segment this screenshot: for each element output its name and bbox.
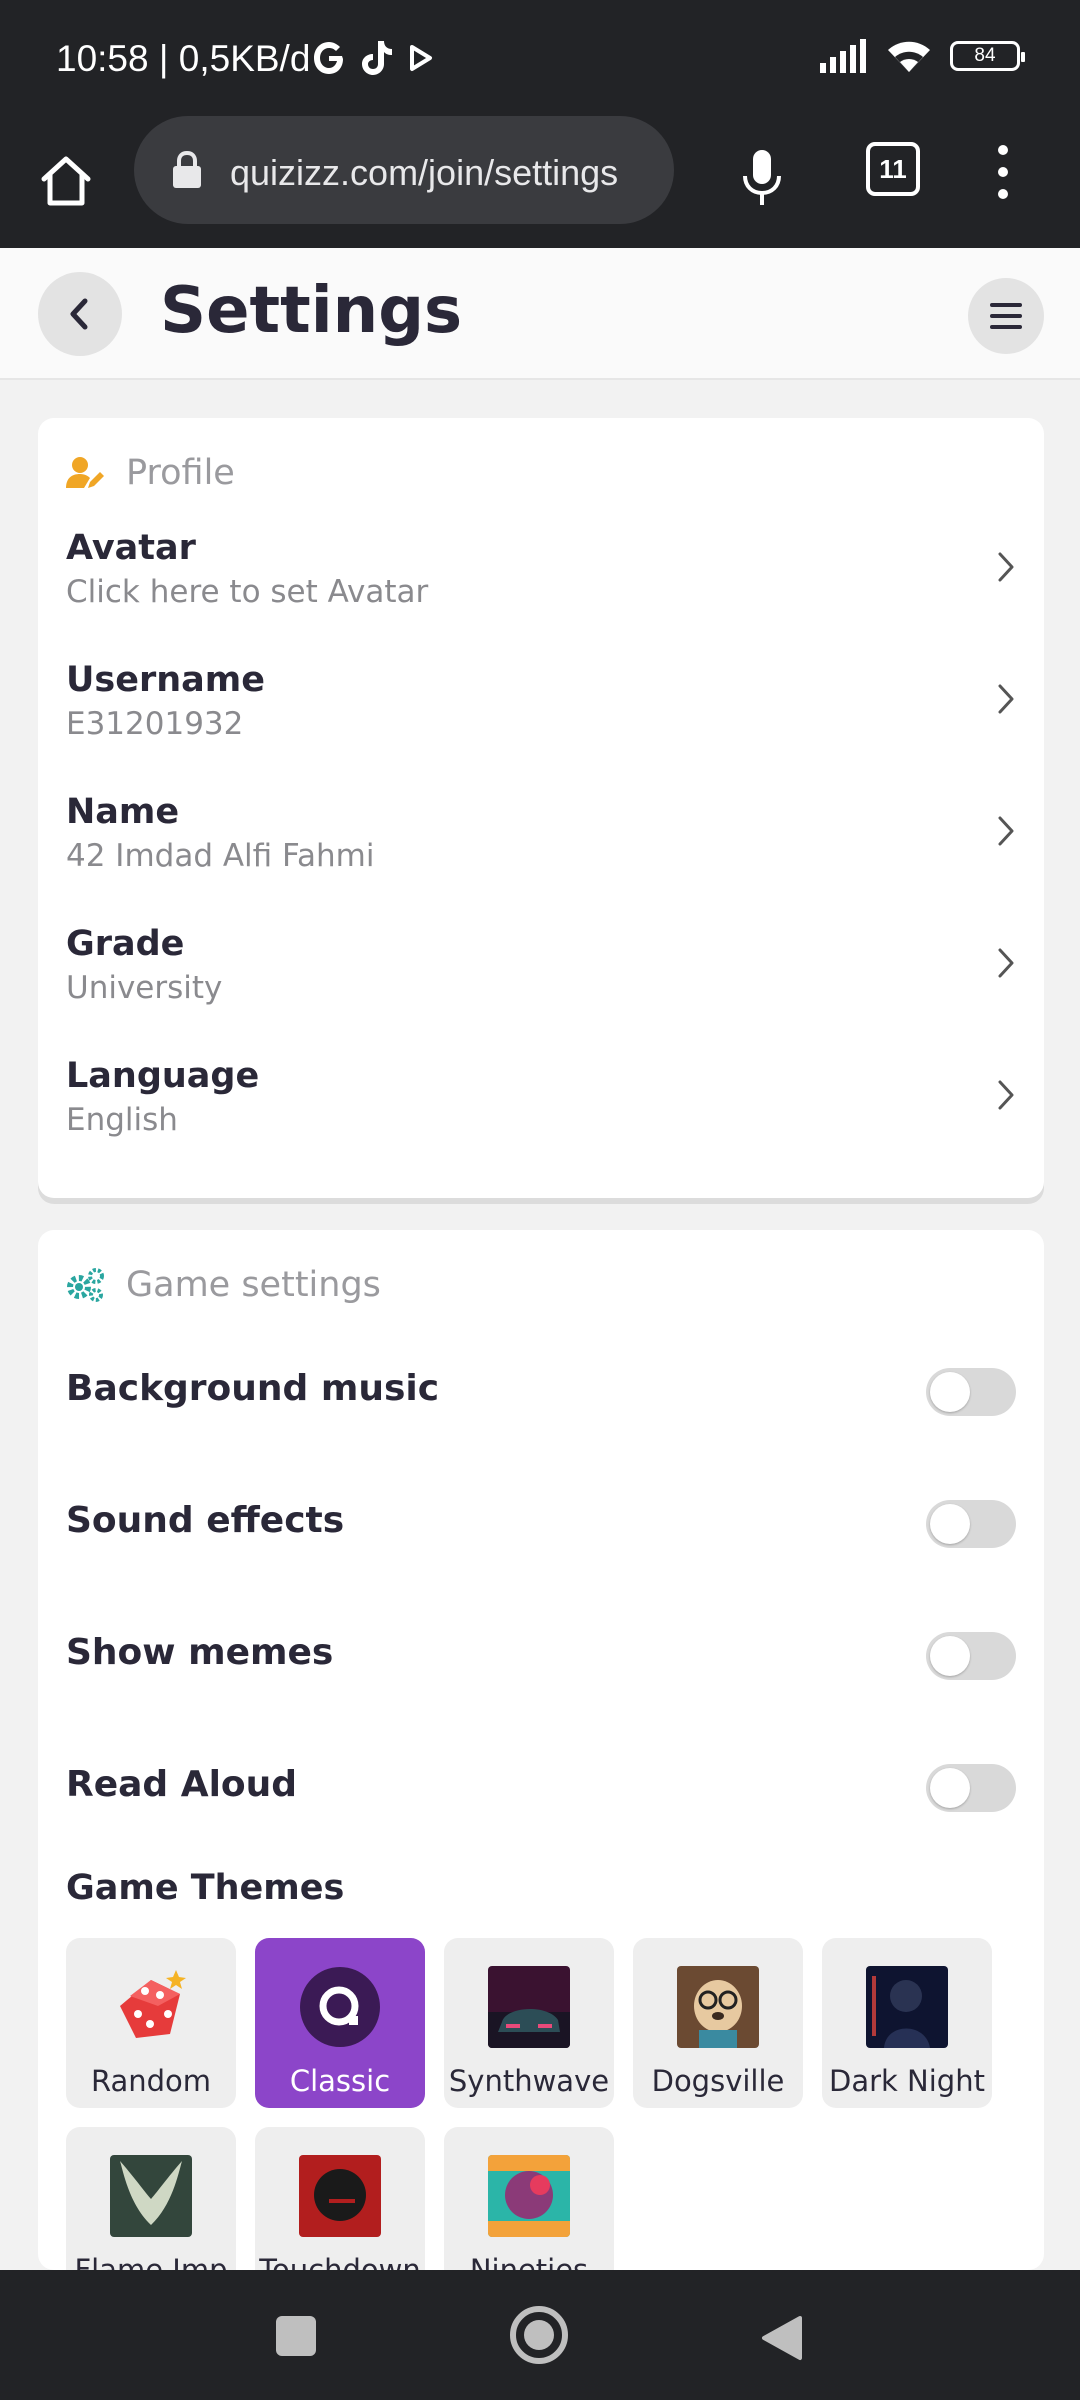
theme-label: Classic [289,2064,391,2098]
synthwave-thumbnail-icon [488,1966,570,2048]
chevron-right-icon [998,684,1014,714]
signal-icon [820,39,866,73]
back-triangle-icon[interactable] [760,2314,804,2362]
row-label: Name [66,792,180,832]
profile-row-avatar[interactable]: Avatar Click here to set Avatar [66,518,1016,638]
url-text: quizizz.com/join/settings [230,152,619,193]
profile-section-header: Profile [66,448,235,498]
toggle-label: Read Aloud [66,1764,298,1805]
tab-switcher-button[interactable]: 11 [866,142,920,196]
home-button[interactable] [510,2306,568,2364]
toggle-label: Show memes [66,1632,334,1673]
game-section-title: Game settings [126,1265,381,1305]
battery-indicator: 84 [950,41,1025,71]
profile-row-grade[interactable]: Grade University [66,914,1016,1034]
profile-section-title: Profile [126,453,235,493]
profile-row-name[interactable]: Name 42 Imdad Alfi Fahmi [66,782,1016,902]
theme-dogsville[interactable]: Dogsville [633,1938,803,2108]
row-value: Click here to set Avatar [66,574,429,610]
mic-icon [743,150,781,205]
recent-apps-button[interactable] [276,2316,316,2356]
row-value: 42 Imdad Alfi Fahmi [66,838,375,874]
theme-dark-night[interactable]: Dark Night [822,1938,992,2108]
browser-home-button[interactable] [30,138,102,222]
browser-toolbar: quizizz.com/join/settings 11 [0,112,1080,248]
theme-label: Dark Night [829,2064,985,2098]
play-store-icon [410,45,432,71]
theme-label: Dogsville [651,2064,785,2098]
tiktok-icon [362,41,392,75]
toggle-row-show-memes: Show memes [66,1614,1016,1694]
home-icon [41,156,91,206]
read-aloud-toggle[interactable] [926,1764,1016,1812]
show-memes-toggle[interactable] [926,1632,1016,1680]
chevron-right-icon [998,816,1014,846]
status-time: 10:58 | 0,5KB/d [56,38,311,79]
dark-night-thumbnail-icon [866,1966,948,2048]
game-themes-title: Game Themes [66,1868,345,1908]
toggle-label: Background music [66,1368,440,1409]
page-title: Settings [160,274,463,348]
game-settings-card: Game settings Background music Sound eff… [38,1230,1044,2297]
row-label: Language [66,1056,260,1096]
quizizz-logo-icon [299,1966,381,2048]
gears-icon [67,1268,104,1302]
row-value: English [66,1102,178,1138]
row-label: Avatar [66,528,196,568]
chevron-right-icon [998,948,1014,978]
row-label: Grade [66,924,185,964]
theme-label: Random [90,2064,212,2098]
theme-classic[interactable]: Classic [255,1938,425,2108]
toggle-row-sound-effects: Sound effects [66,1482,1016,1562]
flame-imp-thumbnail-icon [110,2155,192,2237]
background-music-toggle[interactable] [926,1368,1016,1416]
profile-row-language[interactable]: Language English [66,1046,1016,1166]
url-bar[interactable]: quizizz.com/join/settings [134,116,674,224]
row-label: Username [66,660,265,700]
theme-label: Synthwave [448,2064,610,2098]
game-section-header: Game settings [66,1260,381,1310]
dogsville-thumbnail-icon [677,1966,759,2048]
profile-row-username[interactable]: Username E31201932 [66,650,1016,770]
nineties-thumbnail-icon [488,2155,570,2237]
voice-search-button[interactable] [730,136,794,220]
status-system-icons: 84 [818,38,1025,74]
toggle-row-background-music: Background music [66,1350,1016,1430]
dice-icon [110,1966,192,2048]
page-header: Settings [0,248,1080,380]
theme-random[interactable]: Random [66,1938,236,2108]
hamburger-menu-button[interactable] [968,278,1044,354]
system-nav-bar [0,2270,1080,2400]
toggle-row-read-aloud: Read Aloud [66,1746,1016,1826]
status-notification-icons [312,36,434,80]
wifi-icon [888,41,930,72]
chevron-left-icon [70,298,88,330]
chevron-right-icon [998,1080,1014,1110]
profile-card: Profile Avatar Click here to set Avatar … [38,418,1044,1198]
row-value: University [66,970,223,1006]
google-icon [314,42,343,74]
browser-menu-button[interactable] [986,136,1020,208]
row-value: E31201932 [66,706,244,742]
touchdown-thumbnail-icon [299,2155,381,2237]
back-button[interactable] [38,272,122,356]
user-edit-icon [66,457,104,488]
theme-synthwave[interactable]: Synthwave [444,1938,614,2108]
toggle-label: Sound effects [66,1500,345,1541]
lock-icon [173,150,201,188]
status-bar: 10:58 | 0,5KB/d 84 [0,0,1080,112]
chevron-right-icon [998,552,1014,582]
sound-effects-toggle[interactable] [926,1500,1016,1548]
